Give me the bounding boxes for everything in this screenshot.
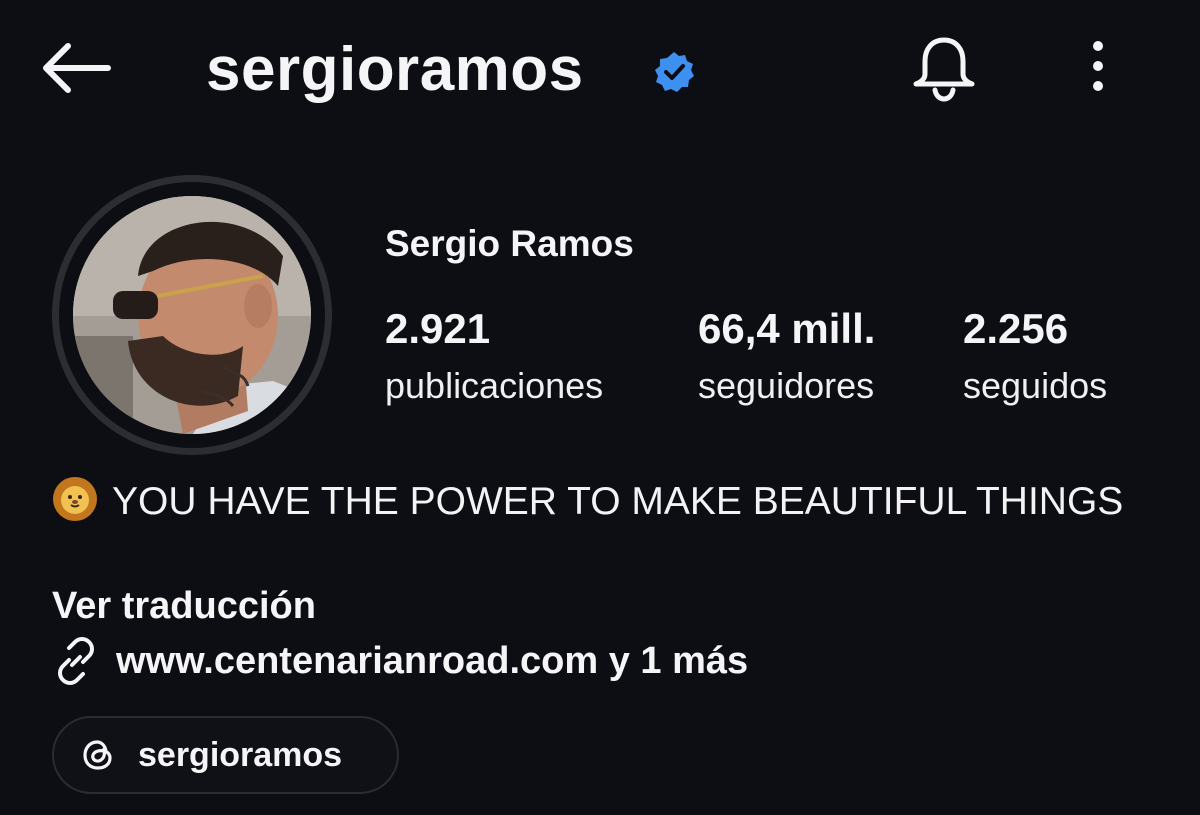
arrow-left-icon <box>43 43 111 93</box>
stat-posts-label: publicaciones <box>385 365 604 406</box>
verified-badge-icon <box>652 50 696 94</box>
threads-handle: sergioramos <box>138 735 343 774</box>
back-button[interactable] <box>40 40 112 96</box>
stat-followers-label: seguidores <box>698 365 875 406</box>
threads-icon <box>83 740 112 770</box>
bell-icon <box>913 37 975 102</box>
stat-followers-count: 66,4 mill. <box>698 305 876 352</box>
bio-text: YOU HAVE THE POWER TO MAKE BEAUTIFUL THI… <box>112 480 1124 523</box>
profile-full-name: Sergio Ramos <box>385 223 634 264</box>
stat-following[interactable]: 2.256 seguidos <box>963 304 1107 408</box>
avatar-story-ring[interactable] <box>52 175 332 455</box>
avatar-photo <box>73 196 311 434</box>
stat-posts-count: 2.921 <box>385 305 491 352</box>
stat-posts[interactable]: 2.921 publicaciones <box>385 304 603 408</box>
link-icon <box>58 637 94 685</box>
stat-followers[interactable]: 66,4 mill. seguidores <box>698 304 875 408</box>
profile-link[interactable]: www.centenarianroad.com y 1 más <box>52 637 748 685</box>
profile-bio: YOU HAVE THE POWER TO MAKE BEAUTIFUL THI… <box>52 476 1152 527</box>
see-translation-link[interactable]: Ver traducción <box>52 582 316 630</box>
notifications-button[interactable] <box>910 34 978 104</box>
profile-link-text: www.centenarianroad.com y 1 más <box>116 640 749 682</box>
threads-profile-button[interactable]: sergioramos <box>52 716 399 794</box>
profile-page: sergioramos Sergio Ramos 2.921 publicaci… <box>0 0 1200 815</box>
more-vertical-icon <box>1093 41 1103 91</box>
stat-following-label: seguidos <box>963 365 1108 406</box>
profile-username-title: sergioramos <box>206 35 584 104</box>
avatar[interactable] <box>73 196 311 434</box>
lion-emoji-icon <box>52 476 98 522</box>
more-options-button[interactable] <box>1082 40 1114 96</box>
stat-following-count: 2.256 <box>963 305 1069 352</box>
